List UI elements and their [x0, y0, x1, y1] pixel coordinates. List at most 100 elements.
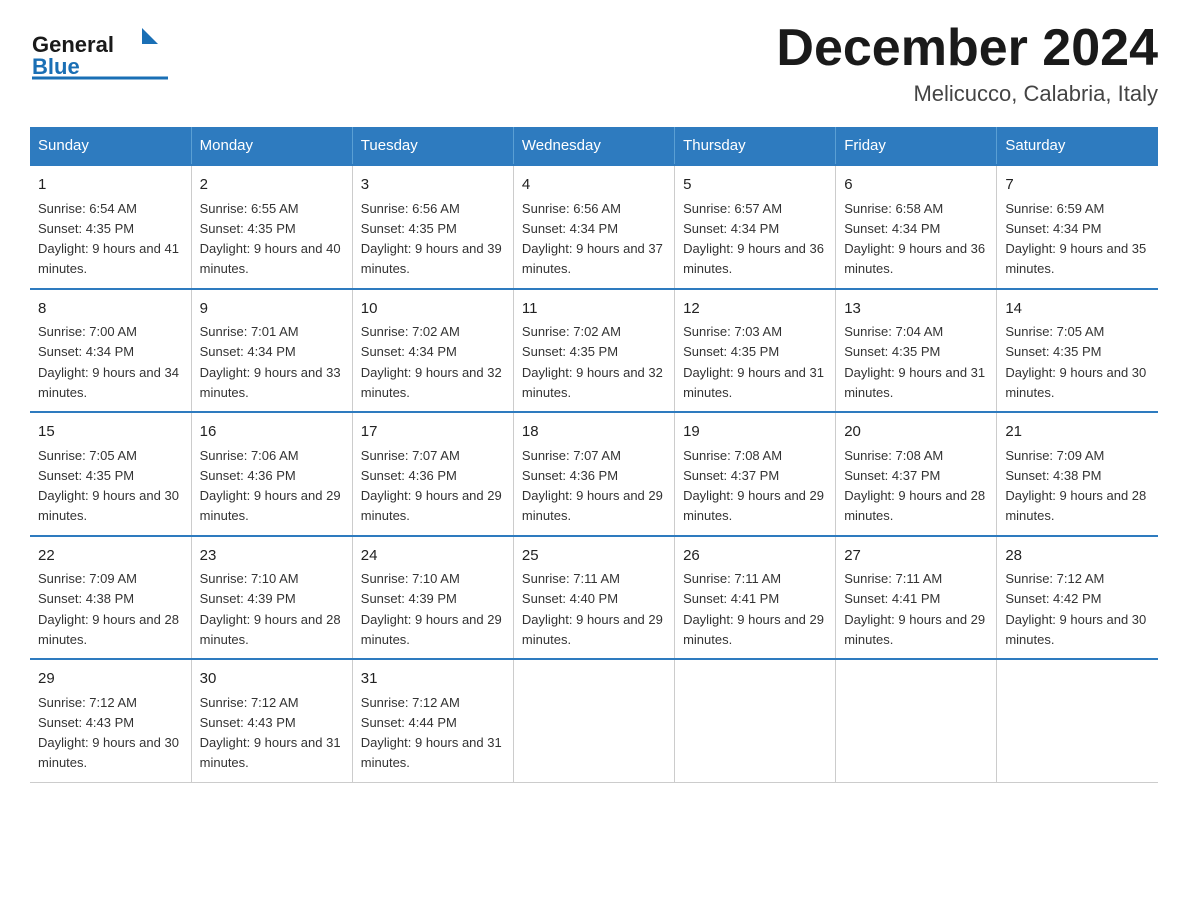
calendar-cell: 27 Sunrise: 7:11 AMSunset: 4:41 PMDayligh… [836, 536, 997, 660]
day-number: 20 [844, 421, 988, 444]
day-info: Sunrise: 7:04 AMSunset: 4:35 PMDaylight:… [844, 324, 985, 400]
day-info: Sunrise: 7:02 AMSunset: 4:34 PMDaylight:… [361, 324, 502, 400]
calendar-cell: 20 Sunrise: 7:08 AMSunset: 4:37 PMDayligh… [836, 412, 997, 536]
day-number: 14 [1005, 298, 1150, 321]
day-number: 11 [522, 298, 666, 321]
day-number: 27 [844, 545, 988, 568]
day-info: Sunrise: 7:03 AMSunset: 4:35 PMDaylight:… [683, 324, 824, 400]
calendar-week-1: 1 Sunrise: 6:54 AMSunset: 4:35 PMDaylight… [30, 165, 1158, 289]
calendar-cell: 24 Sunrise: 7:10 AMSunset: 4:39 PMDayligh… [352, 536, 513, 660]
calendar-week-4: 22 Sunrise: 7:09 AMSunset: 4:38 PMDayligh… [30, 536, 1158, 660]
day-info: Sunrise: 7:08 AMSunset: 4:37 PMDaylight:… [844, 448, 985, 524]
day-number: 15 [38, 421, 183, 444]
calendar-cell: 15 Sunrise: 7:05 AMSunset: 4:35 PMDayligh… [30, 412, 191, 536]
day-info: Sunrise: 7:01 AMSunset: 4:34 PMDaylight:… [200, 324, 341, 400]
day-info: Sunrise: 6:54 AMSunset: 4:35 PMDaylight:… [38, 201, 179, 277]
calendar-cell: 30Sunrise: 7:12 AMSunset: 4:43 PMDayligh… [191, 659, 352, 782]
calendar-cell: 14 Sunrise: 7:05 AMSunset: 4:35 PMDayligh… [997, 289, 1158, 413]
day-number: 22 [38, 545, 183, 568]
day-info: Sunrise: 7:08 AMSunset: 4:37 PMDaylight:… [683, 448, 824, 524]
col-wednesday: Wednesday [513, 127, 674, 165]
day-info: Sunrise: 7:10 AMSunset: 4:39 PMDaylight:… [361, 571, 502, 647]
day-number: 6 [844, 174, 988, 197]
calendar-cell: 13 Sunrise: 7:04 AMSunset: 4:35 PMDayligh… [836, 289, 997, 413]
day-info: Sunrise: 7:11 AMSunset: 4:41 PMDaylight:… [844, 571, 985, 647]
calendar-cell: 11 Sunrise: 7:02 AMSunset: 4:35 PMDayligh… [513, 289, 674, 413]
calendar-cell: 5 Sunrise: 6:57 AMSunset: 4:34 PMDaylight… [675, 165, 836, 289]
calendar-week-5: 29 Sunrise: 7:12 AMSunset: 4:43 PMDayligh… [30, 659, 1158, 782]
day-info: Sunrise: 7:07 AMSunset: 4:36 PMDaylight:… [361, 448, 502, 524]
calendar-cell: 10Sunrise: 7:02 AMSunset: 4:34 PMDayligh… [352, 289, 513, 413]
title-block: December 2024 Melicucco, Calabria, Italy [776, 20, 1158, 107]
day-info: Sunrise: 6:58 AMSunset: 4:34 PMDaylight:… [844, 201, 985, 277]
day-number: 25 [522, 545, 666, 568]
day-info: Sunrise: 6:57 AMSunset: 4:34 PMDaylight:… [683, 201, 824, 277]
page-header: General Blue December 2024 Melicucco, Ca… [30, 20, 1158, 107]
day-number: 16 [200, 421, 344, 444]
day-info: Sunrise: 7:09 AMSunset: 4:38 PMDaylight:… [1005, 448, 1146, 524]
day-info: Sunrise: 7:12 AMSunset: 4:43 PMDaylight:… [38, 695, 179, 771]
day-info: Sunrise: 7:09 AMSunset: 4:38 PMDaylight:… [38, 571, 179, 647]
day-info: Sunrise: 7:06 AMSunset: 4:36 PMDaylight:… [200, 448, 341, 524]
logo: General Blue [30, 20, 170, 80]
calendar-cell: 6 Sunrise: 6:58 AMSunset: 4:34 PMDaylight… [836, 165, 997, 289]
calendar-cell: 26Sunrise: 7:11 AMSunset: 4:41 PMDayligh… [675, 536, 836, 660]
day-number: 19 [683, 421, 827, 444]
day-number: 9 [200, 298, 344, 321]
calendar-cell: 21Sunrise: 7:09 AMSunset: 4:38 PMDayligh… [997, 412, 1158, 536]
calendar-cell: 1 Sunrise: 6:54 AMSunset: 4:35 PMDaylight… [30, 165, 191, 289]
page-title: December 2024 [776, 20, 1158, 77]
day-number: 1 [38, 174, 183, 197]
calendar-cell: 3 Sunrise: 6:56 AMSunset: 4:35 PMDaylight… [352, 165, 513, 289]
day-info: Sunrise: 6:55 AMSunset: 4:35 PMDaylight:… [200, 201, 341, 277]
day-number: 24 [361, 545, 505, 568]
calendar-cell [675, 659, 836, 782]
day-info: Sunrise: 7:05 AMSunset: 4:35 PMDaylight:… [1005, 324, 1146, 400]
day-number: 12 [683, 298, 827, 321]
day-number: 8 [38, 298, 183, 321]
header-row: Sunday Monday Tuesday Wednesday Thursday… [30, 127, 1158, 165]
calendar-cell: 23Sunrise: 7:10 AMSunset: 4:39 PMDayligh… [191, 536, 352, 660]
day-number: 31 [361, 668, 505, 691]
day-number: 23 [200, 545, 344, 568]
calendar-cell: 17 Sunrise: 7:07 AMSunset: 4:36 PMDayligh… [352, 412, 513, 536]
calendar-cell: 25Sunrise: 7:11 AMSunset: 4:40 PMDayligh… [513, 536, 674, 660]
day-number: 2 [200, 174, 344, 197]
day-number: 4 [522, 174, 666, 197]
svg-text:Blue: Blue [32, 54, 80, 79]
day-number: 5 [683, 174, 827, 197]
day-info: Sunrise: 6:56 AMSunset: 4:35 PMDaylight:… [361, 201, 502, 277]
day-number: 17 [361, 421, 505, 444]
day-number: 3 [361, 174, 505, 197]
day-number: 30 [200, 668, 344, 691]
day-info: Sunrise: 7:05 AMSunset: 4:35 PMDaylight:… [38, 448, 179, 524]
calendar-cell: 7 Sunrise: 6:59 AMSunset: 4:34 PMDaylight… [997, 165, 1158, 289]
calendar-cell: 12 Sunrise: 7:03 AMSunset: 4:35 PMDayligh… [675, 289, 836, 413]
day-info: Sunrise: 7:12 AMSunset: 4:44 PMDaylight:… [361, 695, 502, 771]
calendar-cell: 2 Sunrise: 6:55 AMSunset: 4:35 PMDaylight… [191, 165, 352, 289]
day-number: 13 [844, 298, 988, 321]
day-number: 18 [522, 421, 666, 444]
day-number: 7 [1005, 174, 1150, 197]
calendar-table: Sunday Monday Tuesday Wednesday Thursday… [30, 127, 1158, 783]
calendar-cell [836, 659, 997, 782]
day-info: Sunrise: 7:07 AMSunset: 4:36 PMDaylight:… [522, 448, 663, 524]
calendar-cell: 22 Sunrise: 7:09 AMSunset: 4:38 PMDayligh… [30, 536, 191, 660]
calendar-cell: 8Sunrise: 7:00 AMSunset: 4:34 PMDaylight… [30, 289, 191, 413]
calendar-week-3: 15 Sunrise: 7:05 AMSunset: 4:35 PMDayligh… [30, 412, 1158, 536]
day-number: 29 [38, 668, 183, 691]
calendar-cell: 29 Sunrise: 7:12 AMSunset: 4:43 PMDayligh… [30, 659, 191, 782]
day-info: Sunrise: 6:59 AMSunset: 4:34 PMDaylight:… [1005, 201, 1146, 277]
calendar-cell [513, 659, 674, 782]
calendar-cell: 4 Sunrise: 6:56 AMSunset: 4:34 PMDaylight… [513, 165, 674, 289]
col-thursday: Thursday [675, 127, 836, 165]
calendar-cell: 9 Sunrise: 7:01 AMSunset: 4:34 PMDaylight… [191, 289, 352, 413]
calendar-cell: 28Sunrise: 7:12 AMSunset: 4:42 PMDayligh… [997, 536, 1158, 660]
day-info: Sunrise: 7:11 AMSunset: 4:41 PMDaylight:… [683, 571, 824, 647]
calendar-cell: 16 Sunrise: 7:06 AMSunset: 4:36 PMDayligh… [191, 412, 352, 536]
day-info: Sunrise: 6:56 AMSunset: 4:34 PMDaylight:… [522, 201, 663, 277]
col-friday: Friday [836, 127, 997, 165]
day-info: Sunrise: 7:02 AMSunset: 4:35 PMDaylight:… [522, 324, 663, 400]
day-info: Sunrise: 7:12 AMSunset: 4:42 PMDaylight:… [1005, 571, 1146, 647]
logo-svg: General Blue [30, 20, 170, 80]
